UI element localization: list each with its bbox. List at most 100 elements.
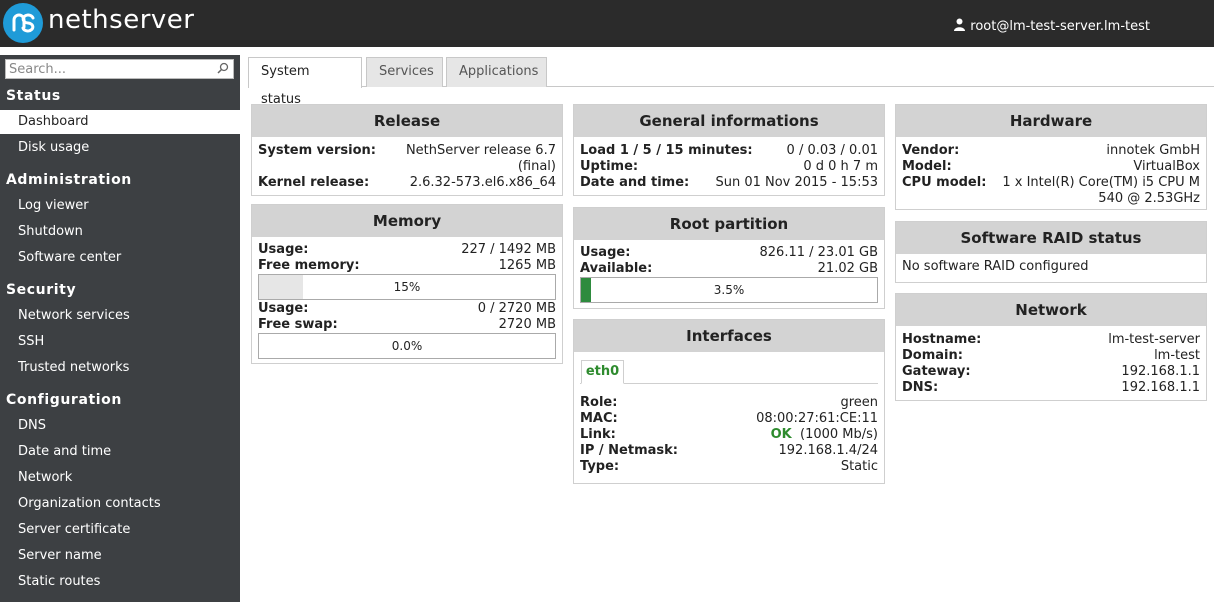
domain-label: Domain:: [902, 348, 963, 363]
search-icon[interactable]: [213, 62, 233, 77]
sidebar: Status Dashboard Disk usage Administrati…: [0, 55, 240, 602]
nethserver-logo-icon[interactable]: [3, 3, 43, 43]
sidebar-item-log-viewer[interactable]: Log viewer: [0, 194, 240, 218]
free-memory-value: 1265 MB: [498, 258, 556, 273]
user-menu[interactable]: root@lm-test-server.lm-test: [954, 18, 1150, 35]
swap-usage-value: 0 / 2720 MB: [477, 301, 556, 316]
vendor-label: Vendor:: [902, 143, 960, 158]
root-available-value: 21.02 GB: [817, 261, 878, 276]
link-status: OK: [770, 427, 792, 442]
root-available-row: Available: 21.02 GB: [574, 261, 884, 277]
model-label: Model:: [902, 159, 952, 174]
root-partition-panel: Root partition Usage: 826.11 / 23.01 GB …: [573, 207, 885, 309]
interface-tab-divider: [580, 383, 878, 384]
sidebar-item-date-and-time[interactable]: Date and time: [0, 440, 240, 464]
link-speed: (1000 Mb/s): [800, 427, 878, 442]
ip-value: 192.168.1.4/24: [778, 443, 879, 458]
uptime-label: Uptime:: [580, 159, 639, 174]
system-version-value-2: (final): [517, 159, 556, 174]
raid-title: Software RAID status: [896, 222, 1206, 254]
tab-eth0[interactable]: eth0: [581, 360, 624, 384]
sidebar-item-dashboard[interactable]: Dashboard: [0, 110, 240, 134]
general-info-title: General informations: [574, 105, 884, 137]
section-administration: Administration: [6, 172, 132, 188]
sidebar-item-server-certificate[interactable]: Server certificate: [0, 518, 240, 542]
dns-row: DNS: 192.168.1.1: [896, 380, 1206, 396]
cpu-label: CPU model:: [902, 175, 987, 190]
sidebar-item-ssh[interactable]: SSH: [0, 330, 240, 354]
free-swap-label: Free swap:: [258, 317, 338, 332]
kernel-value: 2.6.32-573.el6.x86_64: [409, 175, 556, 190]
raid-row: No software RAID configured: [896, 259, 1206, 275]
gateway-value: 192.168.1.1: [1121, 364, 1200, 379]
cpu-value-2: 540 @ 2.53GHz: [1098, 191, 1200, 206]
load-value: 0 / 0.03 / 0.01: [786, 143, 878, 158]
sidebar-item-dns[interactable]: DNS: [0, 414, 240, 438]
hostname-row: Hostname: lm-test-server: [896, 332, 1206, 348]
dns-value: 192.168.1.1: [1121, 380, 1200, 395]
cpu-value: 1 x Intel(R) Core(TM) i5 CPU M: [1002, 175, 1200, 190]
tab-services[interactable]: Services: [366, 57, 443, 87]
sidebar-item-shutdown[interactable]: Shutdown: [0, 220, 240, 244]
type-value: Static: [840, 459, 878, 474]
sidebar-item-server-name[interactable]: Server name: [0, 544, 240, 568]
sidebar-item-static-routes[interactable]: Static routes: [0, 570, 240, 594]
swap-usage-row: Usage: 0 / 2720 MB: [252, 301, 562, 317]
role-value: green: [840, 395, 878, 410]
tab-system-status[interactable]: System status: [248, 57, 362, 107]
cpu-row: CPU model: 1 x Intel(R) Core(TM) i5 CPU …: [896, 175, 1206, 191]
domain-row: Domain: lm-test: [896, 348, 1206, 364]
memory-title: Memory: [252, 205, 562, 237]
sidebar-item-software-center[interactable]: Software center: [0, 246, 240, 270]
tab-applications[interactable]: Applications: [446, 57, 547, 87]
brand-name[interactable]: nethserver: [48, 2, 194, 38]
hostname-label: Hostname:: [902, 332, 982, 347]
sidebar-item-disk-usage[interactable]: Disk usage: [0, 136, 240, 160]
interfaces-panel: Interfaces eth0 Role: green MAC: 08:00:2…: [573, 319, 885, 484]
date-value: Sun 01 Nov 2015 - 15:53: [715, 175, 878, 190]
root-usage-bar: 3.5%: [580, 277, 878, 303]
vendor-row: Vendor: innotek GmbH: [896, 143, 1206, 159]
mac-label: MAC:: [580, 411, 618, 426]
kernel-row: Kernel release: 2.6.32-573.el6.x86_64: [252, 175, 562, 191]
sidebar-item-organization-contacts[interactable]: Organization contacts: [0, 492, 240, 516]
search-input[interactable]: [6, 60, 213, 78]
model-value: VirtualBox: [1133, 159, 1200, 174]
hostname-value: lm-test-server: [1108, 332, 1200, 347]
root-usage-percent: 3.5%: [713, 283, 745, 297]
ip-row: IP / Netmask: 192.168.1.4/24: [574, 443, 884, 459]
sidebar-item-network[interactable]: Network: [0, 466, 240, 490]
uptime-row: Uptime: 0 d 0 h 7 m: [574, 159, 884, 175]
system-version-value: NethServer release 6.7: [405, 143, 556, 158]
release-title: Release: [252, 105, 562, 137]
root-usage-label: Usage:: [580, 245, 631, 260]
user-icon: [954, 18, 966, 35]
root-usage-value: 826.11 / 23.01 GB: [759, 245, 878, 260]
sidebar-item-trusted-networks[interactable]: Trusted networks: [0, 356, 240, 380]
free-memory-label: Free memory:: [258, 258, 360, 273]
raid-panel: Software RAID status No software RAID co…: [895, 221, 1207, 283]
model-row: Model: VirtualBox: [896, 159, 1206, 175]
system-version-label: System version:: [258, 143, 376, 158]
root-available-label: Available:: [580, 261, 653, 276]
domain-value: lm-test: [1154, 348, 1200, 363]
cpu-row-2: 540 @ 2.53GHz: [896, 191, 1206, 207]
kernel-label: Kernel release:: [258, 175, 370, 190]
root-usage-row: Usage: 826.11 / 23.01 GB: [574, 245, 884, 261]
mac-value: 08:00:27:61:CE:11: [756, 411, 878, 426]
search-box: [5, 59, 234, 79]
date-row: Date and time: Sun 01 Nov 2015 - 15:53: [574, 175, 884, 191]
top-bar: nethserver root@lm-test-server.lm-test: [0, 0, 1214, 47]
release-panel: Release System version: NethServer relea…: [251, 104, 563, 196]
user-label: root@lm-test-server.lm-test: [970, 19, 1150, 34]
network-panel: Network Hostname: lm-test-server Domain:…: [895, 293, 1207, 401]
memory-usage-label: Usage:: [258, 242, 309, 257]
interface-tab-bar: eth0: [574, 352, 884, 386]
vendor-value: innotek GmbH: [1106, 143, 1200, 158]
sidebar-item-network-services[interactable]: Network services: [0, 304, 240, 328]
memory-panel: Memory Usage: 227 / 1492 MB Free memory:…: [251, 204, 563, 364]
hardware-title: Hardware: [896, 105, 1206, 137]
system-version-row: System version: NethServer release 6.7: [252, 143, 562, 159]
link-label: Link:: [580, 427, 616, 442]
memory-usage-percent: 15%: [393, 280, 421, 294]
